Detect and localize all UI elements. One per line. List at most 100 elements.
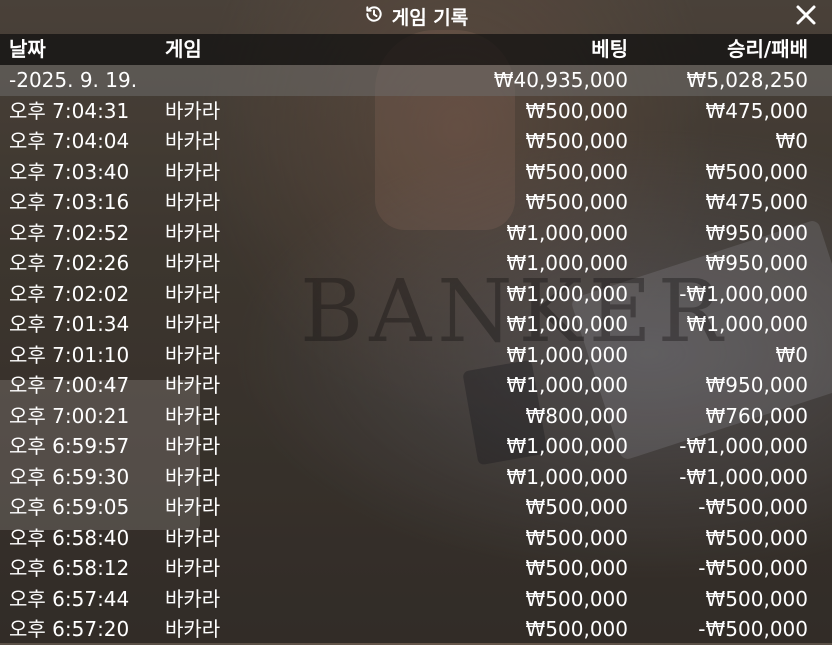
row-game: 바카라 [165,525,221,550]
row-bet: ₩500,000 [525,525,628,550]
row-game: 바카라 [165,556,221,580]
row-bet: ₩1,000,000 [506,464,628,489]
row-time: 오후 7:03:16 [9,190,130,214]
row-time: 오후 6:59:05 [9,495,130,519]
row-bet: ₩500,000 [525,98,628,123]
row-time: 오후 6:58:40 [9,525,130,550]
row-bet: ₩1,000,000 [506,251,628,275]
column-header-bet: 베팅 [591,37,628,61]
row-game: 바카라 [165,495,221,519]
row-game: 바카라 [165,434,221,458]
row-game: 바카라 [165,281,221,306]
table-row[interactable]: 오후 7:02:02 바카라 ₩1,000,000 -₩1,000,000 [0,279,832,310]
row-time: 오후 7:02:02 [9,281,130,306]
row-game: 바카라 [165,586,221,611]
table-row[interactable]: 오후 6:59:30 바카라 ₩1,000,000 -₩1,000,000 [0,462,832,493]
row-time: 오후 6:59:57 [9,434,130,458]
row-result: -₩500,000 [698,495,808,519]
table-row[interactable]: 오후 7:01:10 바카라 ₩1,000,000 ₩0 [0,340,832,371]
column-header-game: 게임 [165,37,202,61]
row-time: 오후 7:04:31 [9,98,130,123]
row-result: ₩950,000 [705,373,808,397]
row-bet: ₩800,000 [525,403,628,428]
history-header: 게임 기록 [0,0,832,33]
header-title-group: 게임 기록 [364,3,469,30]
row-result: ₩760,000 [705,403,808,428]
row-time: 오후 6:57:44 [9,586,130,611]
row-time: 오후 7:02:26 [9,251,130,275]
row-bet: ₩500,000 [525,495,628,519]
table-row[interactable]: 오후 7:02:52 바카라 ₩1,000,000 ₩950,000 [0,218,832,249]
summary-bet-total: ₩40,935,000 [493,68,628,92]
date-summary-row[interactable]: -2025. 9. 19. ₩40,935,000 ₩5,028,250 [0,65,832,96]
row-time: 오후 6:57:20 [9,617,130,641]
row-bet: ₩1,000,000 [506,312,628,336]
row-bet: ₩500,000 [525,129,628,153]
table-row[interactable]: 오후 7:01:34 바카라 ₩1,000,000 ₩1,000,000 [0,309,832,340]
row-game: 바카라 [165,403,221,428]
close-icon [795,4,817,30]
table-row[interactable]: 오후 6:57:44 바카라 ₩500,000 ₩500,000 [0,584,832,615]
close-button[interactable] [792,3,820,31]
row-result: -₩1,000,000 [679,464,808,489]
row-result: ₩1,000,000 [686,312,808,336]
row-game: 바카라 [165,129,221,153]
table-row[interactable]: 오후 7:03:40 바카라 ₩500,000 ₩500,000 [0,157,832,188]
row-game: 바카라 [165,342,221,367]
history-icon [364,4,384,29]
row-result: -₩500,000 [698,556,808,580]
row-game: 바카라 [165,373,221,397]
summary-result-total: ₩5,028,250 [686,68,808,92]
row-time: 오후 6:59:30 [9,464,130,489]
page-title: 게임 기록 [391,7,469,29]
row-result: ₩950,000 [705,251,808,275]
row-bet: ₩1,000,000 [506,342,628,367]
row-time: 오후 7:01:10 [9,342,130,367]
table-row[interactable]: 오후 6:59:57 바카라 ₩1,000,000 -₩1,000,000 [0,431,832,462]
row-bet: ₩1,000,000 [506,373,628,397]
table-row[interactable]: 오후 7:00:47 바카라 ₩1,000,000 ₩950,000 [0,370,832,401]
row-time: 오후 7:04:04 [9,129,130,153]
row-result: ₩0 [775,342,809,367]
table-row[interactable]: 오후 7:00:21 바카라 ₩800,000 ₩760,000 [0,401,832,432]
row-game: 바카라 [165,251,221,275]
row-bet: ₩1,000,000 [506,220,628,245]
table-row[interactable]: 오후 6:59:05 바카라 ₩500,000 -₩500,000 [0,492,832,523]
row-game: 바카라 [165,190,221,214]
row-game: 바카라 [165,312,221,336]
row-result: ₩500,000 [705,525,808,550]
row-result: ₩475,000 [705,98,808,123]
row-bet: ₩500,000 [525,556,628,580]
table-row[interactable]: 오후 6:58:40 바카라 ₩500,000 ₩500,000 [0,523,832,554]
table-row[interactable]: 오후 7:03:16 바카라 ₩500,000 ₩475,000 [0,187,832,218]
row-time: 오후 7:00:47 [9,373,130,397]
table-row[interactable]: 오후 6:58:12 바카라 ₩500,000 -₩500,000 [0,553,832,584]
row-game: 바카라 [165,617,221,641]
column-header-result: 승리/패배 [727,37,808,61]
row-game: 바카라 [165,220,221,245]
summary-date: -2025. 9. 19. [9,68,138,92]
row-game: 바카라 [165,159,221,184]
row-result: ₩0 [775,129,809,153]
row-result: ₩475,000 [705,190,808,214]
row-result: -₩1,000,000 [679,434,808,458]
row-result: -₩1,000,000 [679,281,808,306]
row-bet: ₩1,000,000 [506,434,628,458]
history-table: 날짜 게임 베팅 승리/패배 -2025. 9. 19. ₩40,935,000… [0,34,832,645]
row-bet: ₩500,000 [525,190,628,214]
row-result: -₩500,000 [698,617,808,641]
row-bet: ₩500,000 [525,586,628,611]
row-bet: ₩500,000 [525,617,628,641]
row-result: ₩500,000 [705,586,808,611]
row-game: 바카라 [165,98,221,123]
row-time: 오후 6:58:12 [9,556,130,580]
table-row[interactable]: 오후 7:04:31 바카라 ₩500,000 ₩475,000 [0,96,832,127]
row-time: 오후 7:00:21 [9,403,130,428]
table-row[interactable]: 오후 7:02:26 바카라 ₩1,000,000 ₩950,000 [0,248,832,279]
table-header-row: 날짜 게임 베팅 승리/패배 [0,34,832,65]
table-row[interactable]: 오후 7:04:04 바카라 ₩500,000 ₩0 [0,126,832,157]
table-row[interactable]: 오후 6:57:20 바카라 ₩500,000 -₩500,000 [0,614,832,645]
column-header-date: 날짜 [9,37,46,61]
row-time: 오후 7:02:52 [9,220,130,245]
row-game: 바카라 [165,464,221,489]
